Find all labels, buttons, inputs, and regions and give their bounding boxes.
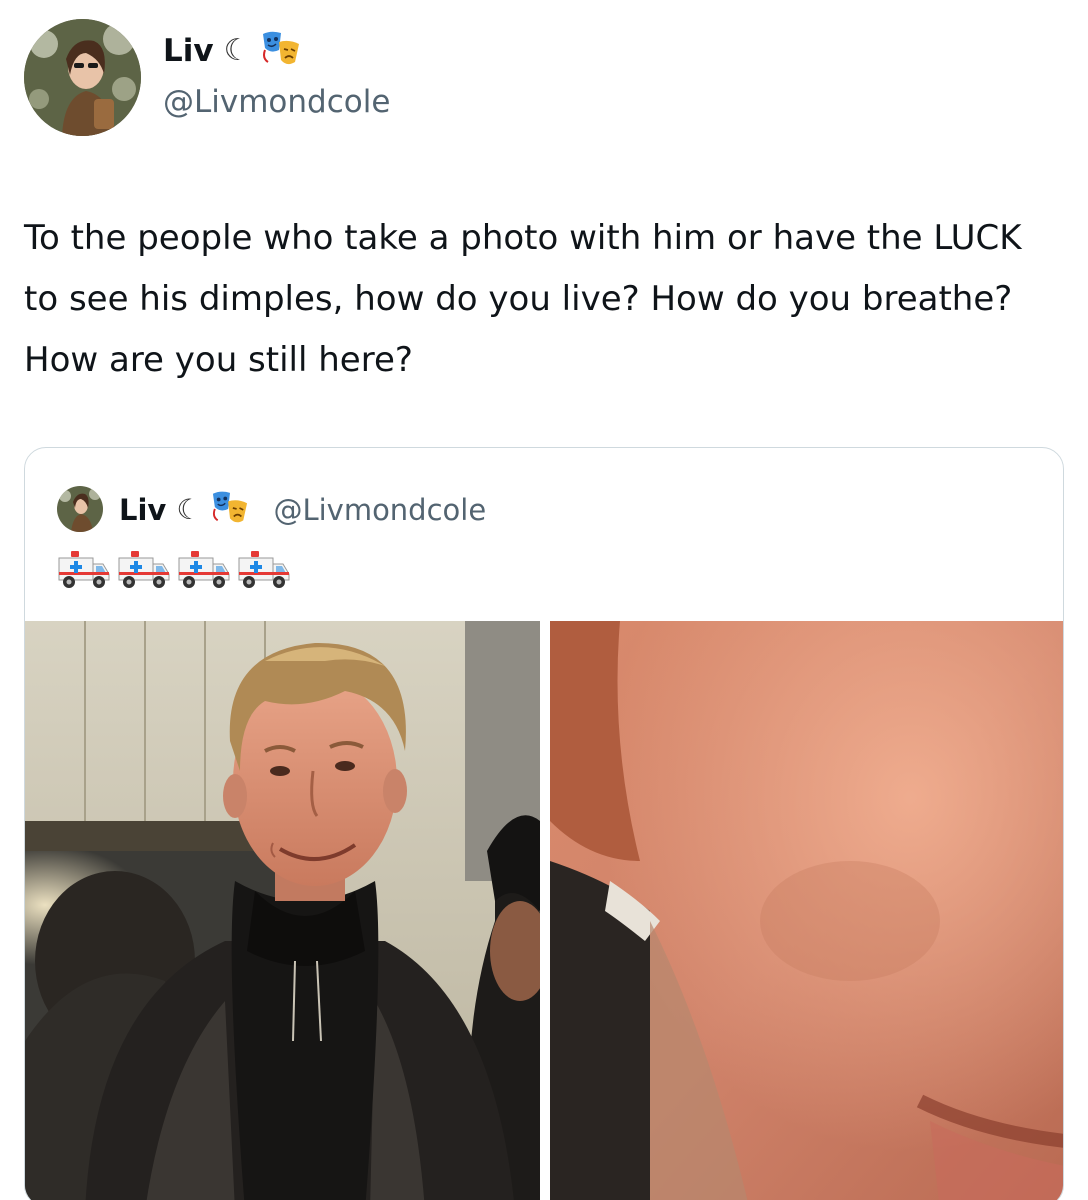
author-avatar[interactable] (24, 19, 141, 136)
quoted-tweet-card[interactable]: Liv ☾ @Livmondcole (24, 447, 1064, 1200)
ambulance-emoji-row (57, 548, 291, 594)
quoted-author-handle[interactable]: @Livmondcole (273, 491, 486, 529)
ambulance-icon (237, 548, 291, 594)
ambulance-icon (117, 548, 171, 594)
quoted-author-display-name[interactable]: Liv (119, 491, 166, 529)
performing-arts-icon (211, 490, 249, 530)
quoted-photo-left[interactable] (25, 621, 540, 1200)
moon-icon: ☾ (223, 33, 251, 68)
author-display-name[interactable]: Liv (163, 31, 214, 71)
quoted-photo-right[interactable] (550, 621, 1063, 1200)
quoted-author-name-row[interactable]: Liv ☾ @Livmondcole (119, 490, 486, 530)
author-name-row[interactable]: Liv ☾ (163, 30, 301, 72)
tweet-text: To the people who take a photo with him … (24, 218, 1022, 380)
ambulance-icon (177, 548, 231, 594)
performing-arts-icon (261, 30, 301, 72)
moon-icon: ☾ (176, 493, 202, 526)
quoted-author-avatar[interactable] (57, 486, 103, 532)
tweet-screenshot: Liv ☾ @Livmondcole To the people who tak… (0, 0, 1088, 1200)
author-handle[interactable]: @Livmondcole (163, 82, 390, 122)
ambulance-icon (57, 548, 111, 594)
